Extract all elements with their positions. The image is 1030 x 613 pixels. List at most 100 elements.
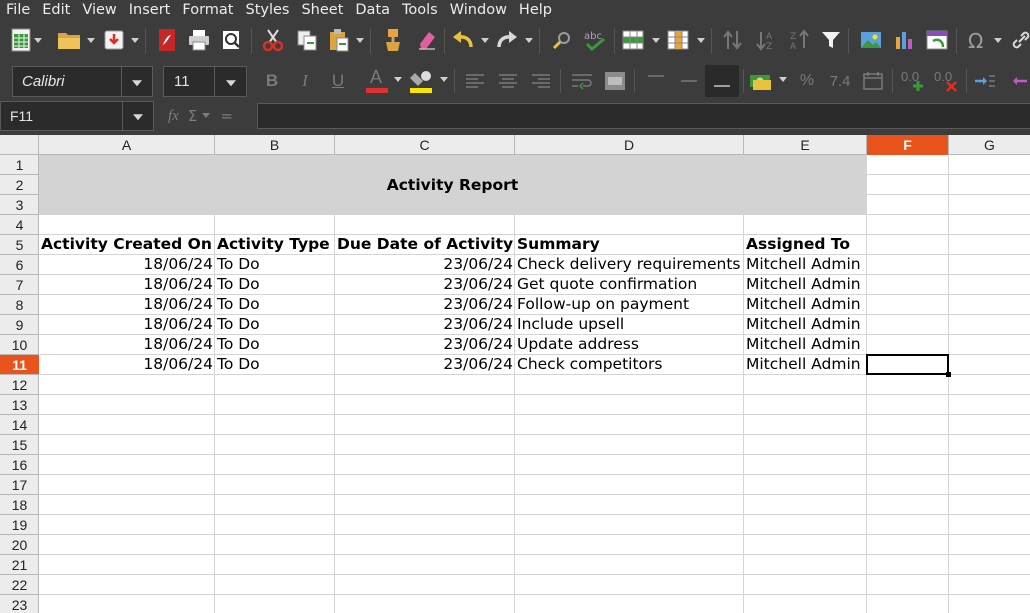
column-header-a[interactable]: A bbox=[39, 135, 215, 155]
menu-edit[interactable]: Edit bbox=[36, 0, 76, 20]
bold-button[interactable]: B bbox=[259, 67, 285, 95]
cell-summary[interactable]: Check competitors bbox=[515, 354, 744, 374]
cell-created-on[interactable]: 18/06/24 bbox=[39, 334, 215, 354]
select-all-corner[interactable] bbox=[0, 135, 39, 155]
formula-icon[interactable]: = bbox=[220, 107, 233, 125]
formula-input[interactable] bbox=[257, 103, 1030, 129]
row-header[interactable]: 4 bbox=[0, 215, 39, 235]
currency-format-icon[interactable] bbox=[748, 67, 774, 95]
number-format-button[interactable]: 7.4 bbox=[827, 67, 853, 95]
font-name-dropdown[interactable] bbox=[121, 66, 153, 97]
cell-due-date[interactable]: 23/06/24 bbox=[335, 354, 515, 374]
decrease-indent-icon[interactable] bbox=[1005, 67, 1030, 95]
row-header[interactable]: 12 bbox=[0, 375, 39, 395]
date-format-icon[interactable] bbox=[860, 67, 886, 95]
row-header[interactable]: 15 bbox=[0, 435, 39, 455]
row-header[interactable]: 6 bbox=[0, 255, 39, 275]
cell-created-on[interactable]: 18/06/24 bbox=[39, 274, 215, 294]
menu-view[interactable]: View bbox=[76, 0, 122, 20]
new-spreadsheet-icon[interactable] bbox=[8, 26, 34, 54]
column-header-b[interactable]: B bbox=[215, 135, 335, 155]
row-header-selected[interactable]: 11 bbox=[0, 355, 39, 375]
column-header-d[interactable]: D bbox=[515, 135, 744, 155]
row-header[interactable]: 10 bbox=[0, 335, 39, 355]
font-size-dropdown[interactable] bbox=[214, 66, 247, 97]
cell-due-date[interactable]: 23/06/24 bbox=[335, 294, 515, 314]
header-due-date[interactable]: Due Date of Activity bbox=[335, 234, 515, 254]
row-header[interactable]: 9 bbox=[0, 315, 39, 335]
remove-decimal-button[interactable]: 0.0 bbox=[932, 65, 962, 93]
open-folder-icon[interactable] bbox=[56, 26, 82, 54]
cell-created-on[interactable]: 18/06/24 bbox=[39, 314, 215, 334]
spelling-icon[interactable]: abc bbox=[582, 26, 608, 54]
menu-data[interactable]: Data bbox=[349, 0, 396, 20]
menu-insert[interactable]: Insert bbox=[123, 0, 177, 20]
cut-icon[interactable] bbox=[260, 26, 286, 54]
row-header[interactable]: 13 bbox=[0, 395, 39, 415]
cell-due-date[interactable]: 23/06/24 bbox=[335, 314, 515, 334]
sort-icon[interactable] bbox=[720, 26, 746, 54]
header-activity-type[interactable]: Activity Type bbox=[215, 234, 335, 254]
cell-assigned-to[interactable]: Mitchell Admin bbox=[744, 294, 867, 314]
name-box-dropdown[interactable] bbox=[122, 101, 154, 131]
add-decimal-button[interactable]: 0.0 bbox=[899, 65, 929, 93]
paste-icon[interactable] bbox=[326, 26, 352, 54]
column-header-f[interactable]: F bbox=[867, 135, 949, 155]
column-header-e[interactable]: E bbox=[744, 135, 867, 155]
cell-due-date[interactable]: 23/06/24 bbox=[335, 254, 515, 274]
cell-assigned-to[interactable]: Mitchell Admin bbox=[744, 334, 867, 354]
center-vertically-icon[interactable] bbox=[676, 67, 702, 95]
cell-activity-type[interactable]: To Do bbox=[215, 294, 335, 314]
cell-grid[interactable]: Activity Report Activity Created On Acti… bbox=[39, 155, 1030, 613]
merge-cells-icon[interactable] bbox=[602, 67, 628, 95]
cell-due-date[interactable]: 23/06/24 bbox=[335, 334, 515, 354]
highlight-color-button[interactable] bbox=[408, 65, 434, 93]
percent-format-button[interactable]: % bbox=[794, 67, 820, 95]
row-header[interactable]: 19 bbox=[0, 515, 39, 535]
find-replace-icon[interactable] bbox=[549, 26, 575, 54]
menu-sheet[interactable]: Sheet bbox=[295, 0, 349, 20]
menu-tools[interactable]: Tools bbox=[396, 0, 444, 20]
header-assigned-to[interactable]: Assigned To bbox=[744, 234, 867, 254]
row-header[interactable]: 17 bbox=[0, 475, 39, 495]
sort-ascending-icon[interactable]: AZ bbox=[753, 26, 779, 54]
row-header[interactable]: 7 bbox=[0, 275, 39, 295]
align-top-icon[interactable] bbox=[643, 67, 669, 95]
wrap-text-icon[interactable] bbox=[569, 67, 595, 95]
clear-formatting-icon[interactable] bbox=[414, 26, 440, 54]
print-preview-icon[interactable] bbox=[219, 26, 245, 54]
undo-icon[interactable] bbox=[450, 26, 476, 54]
cell-assigned-to[interactable]: Mitchell Admin bbox=[744, 254, 867, 274]
header-activity-created-on[interactable]: Activity Created On bbox=[39, 234, 215, 254]
menu-file[interactable]: File bbox=[0, 0, 36, 20]
active-cell-cursor[interactable] bbox=[866, 354, 949, 375]
hyperlink-icon[interactable] bbox=[1008, 26, 1030, 54]
cell-activity-type[interactable]: To Do bbox=[215, 254, 335, 274]
align-right-icon[interactable] bbox=[528, 67, 554, 95]
cell-summary[interactable]: Update address bbox=[515, 334, 744, 354]
name-box[interactable]: F11 bbox=[0, 101, 122, 131]
cell-assigned-to[interactable]: Mitchell Admin bbox=[744, 314, 867, 334]
row-header[interactable]: 8 bbox=[0, 295, 39, 315]
cell-created-on[interactable]: 18/06/24 bbox=[39, 254, 215, 274]
print-icon[interactable] bbox=[186, 26, 212, 54]
cell-summary[interactable]: Follow-up on payment bbox=[515, 294, 744, 314]
row-header[interactable]: 3 bbox=[0, 195, 39, 215]
increase-indent-icon[interactable] bbox=[972, 67, 998, 95]
header-summary[interactable]: Summary bbox=[515, 234, 744, 254]
row-header[interactable]: 5 bbox=[0, 235, 39, 255]
cell-activity-type[interactable]: To Do bbox=[215, 354, 335, 374]
font-size-input[interactable]: 11 bbox=[163, 66, 214, 97]
row-header[interactable]: 18 bbox=[0, 495, 39, 515]
menu-styles[interactable]: Styles bbox=[239, 0, 295, 20]
chevron-down-icon[interactable] bbox=[202, 113, 211, 119]
cell-due-date[interactable]: 23/06/24 bbox=[335, 274, 515, 294]
fill-handle[interactable] bbox=[946, 372, 951, 377]
pivot-table-icon[interactable] bbox=[924, 26, 950, 54]
cell-created-on[interactable]: 18/06/24 bbox=[39, 354, 215, 374]
column-header-g[interactable]: G bbox=[949, 135, 1030, 155]
row-header[interactable]: 14 bbox=[0, 415, 39, 435]
row-header[interactable]: 20 bbox=[0, 535, 39, 555]
special-character-icon[interactable]: Ω bbox=[964, 26, 990, 54]
export-pdf-icon[interactable] bbox=[154, 26, 180, 54]
